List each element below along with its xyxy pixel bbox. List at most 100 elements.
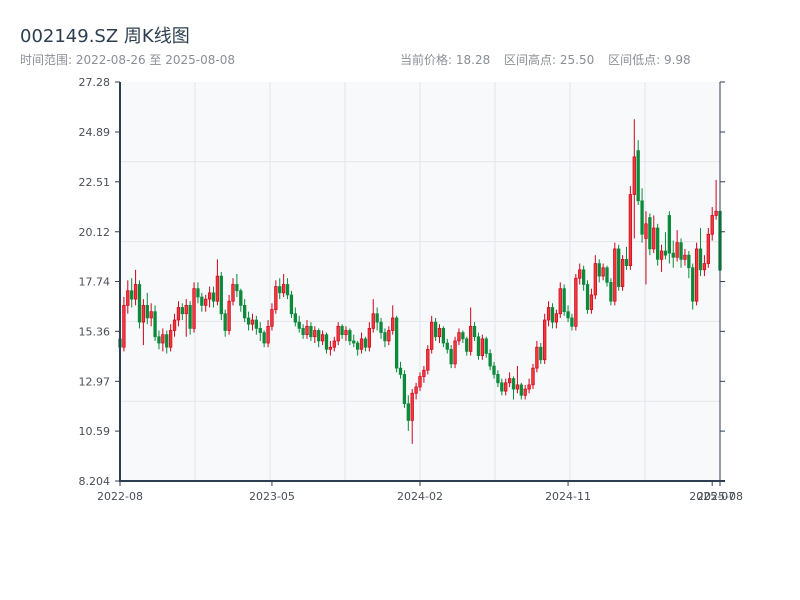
candle-body <box>574 277 578 327</box>
candle-body <box>379 321 383 333</box>
candle-body <box>371 313 375 329</box>
candle <box>394 315 399 373</box>
candle-body <box>523 388 527 396</box>
candle <box>628 186 633 270</box>
y-tick-label: 15.36 <box>79 325 111 338</box>
candle-body <box>394 317 399 369</box>
candle-body <box>211 292 216 302</box>
candle-body <box>426 348 430 371</box>
candle-body <box>161 334 165 344</box>
candle <box>289 290 294 318</box>
candle-body <box>691 267 695 302</box>
candle <box>137 280 142 329</box>
x-tick-label: 2025-08 <box>697 490 743 503</box>
candle-body <box>168 330 173 348</box>
y-tick-label: 22.51 <box>79 176 111 189</box>
candle-body <box>546 307 551 321</box>
candle-body <box>663 250 668 256</box>
candle-body <box>550 307 555 323</box>
candle-body <box>126 290 130 306</box>
candle-body <box>437 328 442 338</box>
candle-body <box>500 382 504 392</box>
candle-body <box>702 263 707 271</box>
candle-body <box>192 288 196 329</box>
y-tick-label: 12.97 <box>79 375 111 388</box>
candle-body <box>235 284 239 292</box>
candle <box>402 370 407 408</box>
candle-body <box>122 305 126 348</box>
candle-body <box>398 367 403 375</box>
candle-body <box>223 313 227 331</box>
candle-body <box>620 259 625 287</box>
candle <box>613 242 617 306</box>
candle <box>426 345 430 375</box>
candle-body <box>445 342 449 350</box>
candle <box>648 213 652 256</box>
candle <box>694 242 699 306</box>
candle-body <box>613 248 617 302</box>
candle-body <box>570 317 574 327</box>
candle-body <box>313 330 317 338</box>
candle-body <box>410 392 414 421</box>
candle-body <box>562 288 566 313</box>
candle <box>609 278 613 306</box>
candle-body <box>430 321 434 350</box>
y-tick-label: 10.59 <box>79 425 111 438</box>
candle-body <box>597 263 601 277</box>
candle-body <box>531 367 535 386</box>
candle-body <box>457 332 461 342</box>
candle-body <box>710 215 714 235</box>
candle-body <box>535 346 539 369</box>
candle-body <box>266 325 270 344</box>
candle <box>543 313 547 364</box>
candle-body <box>391 317 395 331</box>
candle-body <box>698 248 703 271</box>
candle-body <box>363 338 368 348</box>
candle-body <box>367 328 372 348</box>
candle-body <box>402 374 407 405</box>
candle-body <box>336 325 340 342</box>
candle-body <box>231 284 235 302</box>
candle-body <box>153 311 157 338</box>
candle-body <box>453 340 457 365</box>
candle-body <box>648 217 652 250</box>
candle-body <box>383 332 387 342</box>
candle <box>656 223 660 266</box>
x-tick-label: 2023-05 <box>249 490 295 503</box>
x-tick-label: 2024-11 <box>545 490 591 503</box>
candle-body <box>617 248 621 287</box>
candle-body <box>694 248 699 302</box>
candle-body <box>628 194 633 266</box>
candle-body <box>254 319 259 329</box>
candle-body <box>278 286 282 294</box>
candle-body <box>262 332 266 344</box>
candle-body <box>515 384 520 390</box>
candle-body <box>301 328 305 336</box>
candle-body <box>659 250 664 260</box>
candle-body <box>480 338 484 356</box>
candle-body <box>507 378 512 384</box>
candle-body <box>340 325 344 336</box>
candle-body <box>246 317 251 325</box>
x-tick-label: 2024-02 <box>397 490 443 503</box>
candle <box>453 336 457 369</box>
candle-body <box>305 325 309 336</box>
candle-body <box>511 378 516 390</box>
candle-body <box>652 227 656 250</box>
candle-body <box>137 284 142 323</box>
candle-body <box>581 269 586 285</box>
candle-body <box>293 313 297 323</box>
candle-body <box>554 313 559 323</box>
candle-body <box>488 353 492 367</box>
candle-body <box>675 242 679 258</box>
candle-body <box>204 298 208 306</box>
candle-body <box>332 340 336 348</box>
candle-body <box>414 386 418 394</box>
candle-body <box>433 321 438 338</box>
candle-body <box>496 374 500 384</box>
candle-body <box>130 290 134 300</box>
candle-body <box>219 275 223 315</box>
candle-body <box>344 330 348 336</box>
candle-body <box>309 325 313 338</box>
candle-body <box>519 384 523 396</box>
